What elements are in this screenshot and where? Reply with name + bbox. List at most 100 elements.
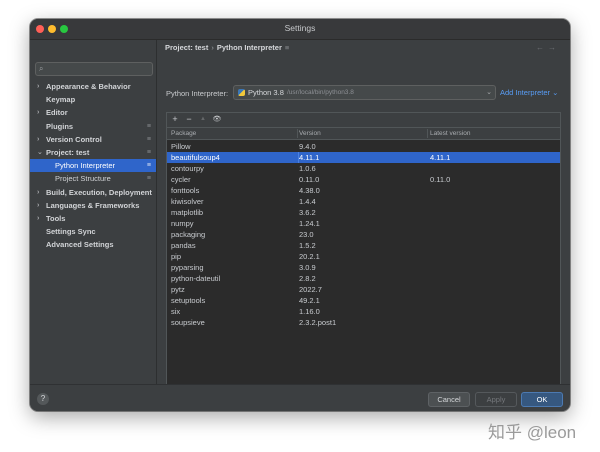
package-name-cell: numpy	[171, 219, 194, 228]
project-config-icon: ≡	[284, 43, 290, 52]
apply-button[interactable]: Apply	[475, 392, 517, 407]
sidebar-item[interactable]: Python Interpreter ≡	[30, 159, 156, 173]
project-level-icon: ≡	[146, 175, 151, 183]
breadcrumb-current: Python Interpreter	[216, 43, 282, 52]
packages-table-body: Pillow 9.4.0 beautifulsoup4 4.11.1 4.11.1 con…	[167, 141, 560, 328]
chevron-right-icon[interactable]: ›	[37, 106, 39, 119]
ok-button[interactable]: OK	[521, 392, 563, 407]
settings-tree: › Appearance & Behavior Keymap › Editor Plugi…	[30, 80, 156, 251]
breadcrumb-parent[interactable]: Project: test	[165, 43, 208, 52]
interpreter-label: Python Interpreter:	[166, 89, 229, 98]
add-package-button[interactable]: +	[170, 114, 180, 124]
table-row[interactable]: pytz 2022.7	[167, 284, 560, 295]
sidebar-item-label: Project Structure	[55, 174, 111, 184]
table-row[interactable]: Pillow 9.4.0	[167, 141, 560, 152]
version-cell: 49.2.1	[299, 296, 320, 305]
chevron-right-icon[interactable]: ›	[37, 133, 39, 146]
version-cell: 1.4.4	[299, 197, 316, 206]
sidebar-item[interactable]: › Editor	[30, 106, 156, 119]
settings-window: Settings ⌕ › Appearance & Behavior Keymap ›…	[30, 19, 570, 411]
table-row[interactable]: setuptools 49.2.1	[167, 295, 560, 306]
chevron-right-icon[interactable]: ›	[37, 80, 39, 93]
package-name-cell: Pillow	[171, 142, 191, 151]
column-divider	[297, 129, 298, 138]
interpreter-name: Python 3.8	[248, 88, 284, 97]
table-row[interactable]: packaging 23.0	[167, 229, 560, 240]
sidebar-item[interactable]: Advanced Settings	[30, 238, 156, 251]
sidebar-item-label: Version Control	[46, 134, 102, 144]
table-row[interactable]: six 1.16.0	[167, 306, 560, 317]
chevron-right-icon[interactable]: ›	[37, 199, 39, 212]
sidebar-item-label: Tools	[46, 213, 66, 223]
table-row[interactable]: pandas 1.5.2	[167, 240, 560, 251]
sidebar-item[interactable]: › Appearance & Behavior	[30, 80, 156, 93]
sidebar-item[interactable]: Plugins ≡	[30, 120, 156, 133]
sidebar-item[interactable]: Settings Sync	[30, 225, 156, 238]
chevron-right-icon[interactable]: ›	[37, 186, 39, 199]
table-row[interactable]: numpy 1.24.1	[167, 218, 560, 229]
version-cell: 20.2.1	[299, 252, 320, 261]
interpreter-path: /usr/local/bin/python3.8	[287, 89, 354, 96]
content-pane: Project: test › Python Interpreter ≡ ←→ Pyt…	[157, 40, 570, 399]
package-name-cell: six	[171, 307, 181, 316]
table-row[interactable]: contourpy 1.0.6	[167, 163, 560, 174]
chevron-down-icon[interactable]: ⌄	[37, 146, 43, 159]
show-early-releases-icon[interactable]: 👁	[212, 115, 222, 123]
column-header-package[interactable]: Package	[171, 128, 196, 139]
version-cell: 0.11.0	[299, 175, 320, 184]
version-cell: 1.5.2	[299, 241, 316, 250]
sidebar-item[interactable]: › Languages & Frameworks	[30, 199, 156, 212]
table-row[interactable]: matplotlib 3.6.2	[167, 207, 560, 218]
table-row[interactable]: fonttools 4.38.0	[167, 185, 560, 196]
interpreter-select[interactable]: Python 3.8 /usr/local/bin/python3.8 ⌄	[233, 85, 496, 100]
package-name-cell: soupsieve	[171, 318, 205, 327]
sidebar-item[interactable]: › Tools	[30, 212, 156, 225]
version-cell: 4.38.0	[299, 186, 320, 195]
sidebar-item-label: Project: test	[46, 147, 90, 157]
table-row[interactable]: soupsieve 2.3.2.post1	[167, 317, 560, 328]
package-name-cell: kiwisolver	[171, 197, 204, 206]
latest-version-cell: 0.11.0	[430, 175, 451, 184]
chevron-down-icon: ⌄	[486, 89, 492, 96]
sidebar-item[interactable]: Project Structure ≡	[30, 172, 156, 185]
packages-toolbar: + − ▲ 👁	[167, 113, 560, 128]
version-cell: 3.0.9	[299, 263, 316, 272]
version-cell: 9.4.0	[299, 142, 316, 151]
back-forward-arrows-icon[interactable]: ←→	[536, 43, 560, 52]
column-header-version[interactable]: Version	[299, 128, 321, 139]
sidebar-item[interactable]: › Version Control ≡	[30, 133, 156, 146]
table-row[interactable]: python-dateutil 2.8.2	[167, 273, 560, 284]
sidebar-item-label: Settings Sync	[46, 227, 96, 237]
package-name-cell: matplotlib	[171, 208, 204, 217]
table-row[interactable]: pyparsing 3.0.9	[167, 262, 560, 273]
remove-package-button[interactable]: −	[184, 114, 194, 124]
latest-version-cell: 4.11.1	[430, 153, 451, 162]
sidebar-item-label: Advanced Settings	[46, 240, 114, 250]
help-button[interactable]: ?	[37, 393, 49, 405]
version-cell: 23.0	[299, 230, 314, 239]
table-row[interactable]: cycler 0.11.0 0.11.0	[167, 174, 560, 185]
upgrade-package-button[interactable]: ▲	[198, 116, 208, 122]
package-name-cell: setuptools	[171, 296, 206, 305]
search-icon: ⌕	[39, 64, 44, 73]
table-row[interactable]: kiwisolver 1.4.4	[167, 196, 560, 207]
add-interpreter-link[interactable]: Add Interpreter ⌄	[500, 88, 558, 97]
sidebar-item-label: Keymap	[46, 95, 76, 105]
column-header-latest-version[interactable]: Latest version	[430, 128, 470, 139]
sidebar-item[interactable]: › Build, Execution, Deployment	[30, 186, 156, 199]
sidebar-item-label: Languages & Frameworks	[46, 200, 140, 210]
cancel-button[interactable]: Cancel	[428, 392, 470, 407]
package-name-cell: pytz	[171, 285, 185, 294]
sidebar-item[interactable]: Keymap	[30, 93, 156, 106]
version-cell: 1.0.6	[299, 164, 316, 173]
package-name-cell: pandas	[171, 241, 196, 250]
table-row[interactable]: pip 20.2.1	[167, 251, 560, 262]
sidebar-item[interactable]: ⌄ Project: test ≡	[30, 146, 156, 159]
settings-search-input[interactable]: ⌕	[35, 62, 153, 76]
packages-panel: + − ▲ 👁 Package Version Latest version P…	[166, 112, 561, 399]
table-row[interactable]: beautifulsoup4 4.11.1 4.11.1	[167, 152, 560, 163]
project-level-icon: ≡	[146, 135, 151, 143]
chevron-right-icon[interactable]: ›	[37, 212, 39, 225]
settings-sidebar: ⌕ › Appearance & Behavior Keymap › Editor Plu…	[30, 40, 157, 384]
sidebar-item-label: Python Interpreter	[55, 161, 116, 171]
